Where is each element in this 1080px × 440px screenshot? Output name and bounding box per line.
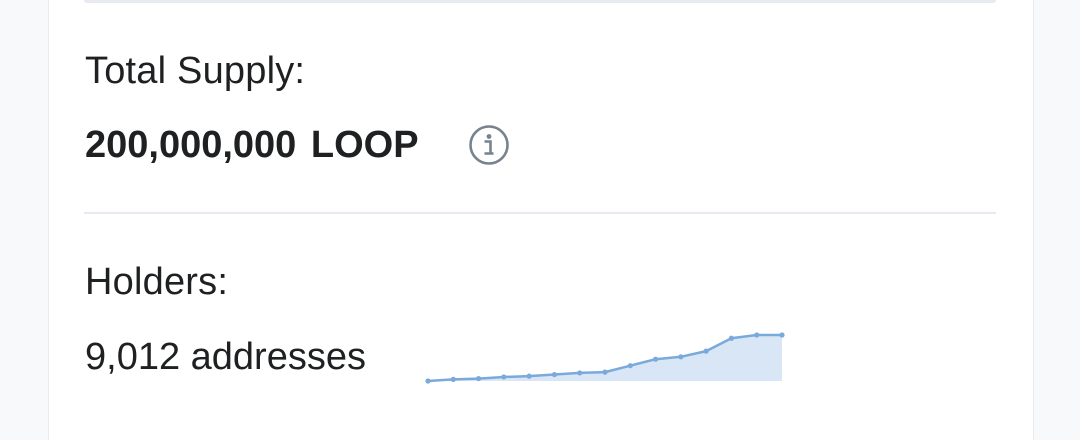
total-supply-amount: 200,000,000 (85, 124, 297, 166)
sparkline-point (501, 374, 507, 380)
sparkline-point (577, 370, 583, 376)
sparkline-point (652, 356, 659, 362)
info-circle-icon[interactable] (468, 124, 510, 166)
section-divider (84, 212, 996, 214)
sparkline-point (526, 373, 532, 379)
holders-value: 9,012 addresses (85, 336, 366, 378)
total-supply-label: Total Supply: (85, 50, 306, 92)
sparkline-point (728, 335, 735, 341)
total-supply-value: 200,000,000 LOOP (85, 126, 419, 164)
sparkline-point (754, 332, 760, 338)
sparkline-point (425, 378, 431, 384)
holders-sparkline-chart (425, 332, 785, 384)
sparkline-point (779, 332, 785, 338)
sparkline-point (450, 376, 456, 382)
sparkline-point (551, 371, 558, 378)
sparkline-point (678, 354, 684, 360)
total-supply-unit: LOOP (310, 124, 419, 166)
holders-label: Holders: (85, 261, 229, 303)
sparkline-point (627, 363, 633, 369)
sparkline-point (475, 375, 482, 382)
sparkline-point (602, 369, 608, 375)
sparkline-point (703, 348, 709, 354)
top-divider (84, 0, 996, 3)
